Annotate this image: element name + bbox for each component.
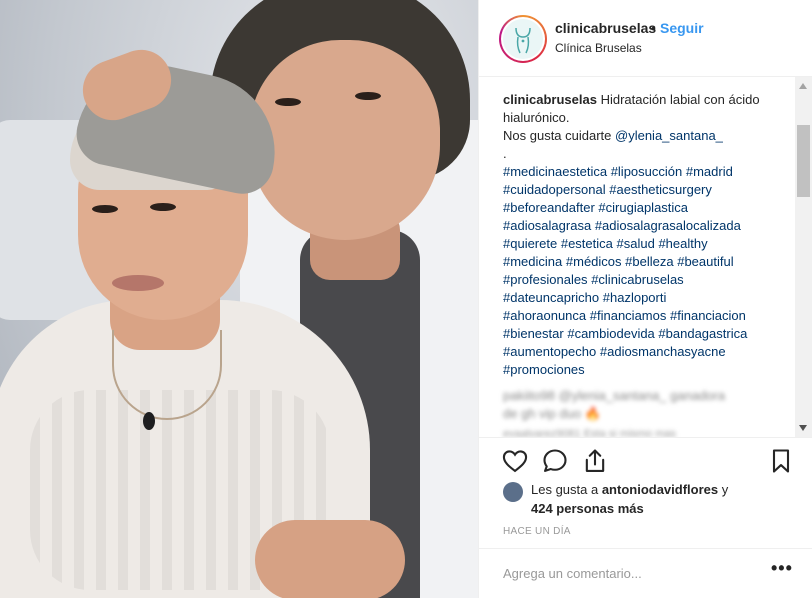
location-link[interactable]: Clínica Bruselas bbox=[555, 41, 642, 55]
blurred-comment: pakiito98 @ylenia_santana_ ganadora de g… bbox=[503, 388, 726, 421]
hashtag-link[interactable]: #aestheticsurgery bbox=[609, 182, 712, 197]
hashtag-link[interactable]: #ahoraonunca bbox=[503, 308, 586, 323]
hashtag-link[interactable]: #beautiful bbox=[677, 254, 733, 269]
likes-prefix: Les gusta a bbox=[531, 482, 602, 497]
hashtag-link[interactable]: #liposucción bbox=[611, 164, 683, 179]
caption-username[interactable]: clinicabruselas bbox=[503, 92, 597, 107]
hashtag-link[interactable]: #aumentopecho bbox=[503, 344, 596, 359]
hashtag-link[interactable]: #clinicabruselas bbox=[591, 272, 684, 287]
comment-icon[interactable] bbox=[541, 447, 569, 475]
photo-eye bbox=[150, 203, 176, 211]
hashtag-link[interactable]: #healthy bbox=[658, 236, 707, 251]
post-timestamp[interactable]: HACE UN DÍA bbox=[503, 526, 571, 537]
hashtag-list: #medicinaestetica #liposucción #madrid #c… bbox=[503, 164, 747, 377]
hashtag-link[interactable]: #bienestar bbox=[503, 326, 564, 341]
hashtag-link[interactable]: #cirugiaplastica bbox=[598, 200, 688, 215]
scroll-up-arrow-icon[interactable] bbox=[799, 83, 807, 89]
photo-eye bbox=[275, 98, 301, 106]
photo-eye bbox=[355, 92, 381, 100]
action-bar bbox=[479, 437, 812, 485]
post-header: clinicabruselas • Seguir Clínica Brusela… bbox=[479, 0, 812, 77]
blurred-comment: evaalvarez9081 Esta si mismo mas bbox=[503, 428, 677, 437]
hashtag-link[interactable]: #médicos bbox=[566, 254, 622, 269]
liker-username[interactable]: antoniodavidflores bbox=[602, 482, 718, 497]
comment-input[interactable] bbox=[503, 563, 743, 583]
hashtag-link[interactable]: #madrid bbox=[686, 164, 733, 179]
likes-count[interactable]: 424 personas más bbox=[531, 501, 644, 516]
photo-lips bbox=[112, 275, 164, 291]
photo-hand bbox=[255, 520, 405, 598]
photo-doctor-face bbox=[250, 40, 440, 240]
hashtag-link[interactable]: #financiacion bbox=[670, 308, 746, 323]
post-photo[interactable] bbox=[0, 0, 478, 598]
hashtag-link[interactable]: #cambiodevida bbox=[567, 326, 654, 341]
hashtag-link[interactable]: #medicinaestetica bbox=[503, 164, 607, 179]
likes-middle: y bbox=[718, 482, 729, 497]
hashtag-link[interactable]: #promociones bbox=[503, 362, 585, 377]
follow-button[interactable]: Seguir bbox=[660, 20, 704, 36]
caption-line2: Nos gusta cuidarte bbox=[503, 128, 616, 143]
hashtag-link[interactable]: #quierete bbox=[503, 236, 557, 251]
liker-avatar[interactable] bbox=[503, 482, 523, 502]
hashtag-link[interactable]: #estetica bbox=[561, 236, 613, 251]
hashtag-link[interactable]: #adiosalagrasalocalizada bbox=[595, 218, 741, 233]
caption-mention[interactable]: @ylenia_santana_ bbox=[615, 128, 723, 143]
header-dot-separator: • bbox=[651, 20, 656, 36]
hashtag-link[interactable]: #financiamos bbox=[590, 308, 667, 323]
hashtag-link[interactable]: #adiosalagrasa bbox=[503, 218, 591, 233]
scroll-thumb[interactable] bbox=[797, 125, 810, 197]
avatar[interactable] bbox=[499, 15, 547, 63]
scrollbar[interactable] bbox=[795, 77, 812, 437]
hashtag-link[interactable]: #medicina bbox=[503, 254, 562, 269]
hashtag-link[interactable]: #cuidadopersonal bbox=[503, 182, 606, 197]
scroll-down-arrow-icon[interactable] bbox=[799, 425, 807, 431]
hashtag-link[interactable]: #belleza bbox=[625, 254, 673, 269]
photo-pendant bbox=[143, 412, 155, 430]
hashtag-link[interactable]: #profesionales bbox=[503, 272, 588, 287]
share-icon[interactable] bbox=[581, 447, 609, 475]
comments-scroll-area[interactable]: clinicabruselas Hidratación labial con á… bbox=[479, 77, 812, 437]
heart-icon[interactable] bbox=[501, 447, 529, 475]
hashtag-link[interactable]: #salud bbox=[617, 236, 655, 251]
header-username[interactable]: clinicabruselas bbox=[555, 20, 656, 36]
instagram-post: clinicabruselas • Seguir Clínica Brusela… bbox=[0, 0, 812, 598]
caption-separator: . bbox=[503, 146, 507, 161]
hashtag-link[interactable]: #bandagastrica bbox=[658, 326, 747, 341]
hashtag-link[interactable]: #hazloporti bbox=[603, 290, 667, 305]
clinic-logo-icon bbox=[503, 19, 543, 59]
more-options-icon[interactable]: ••• bbox=[771, 559, 795, 581]
bookmark-icon[interactable] bbox=[767, 447, 795, 475]
hashtag-link[interactable]: #dateuncapricho bbox=[503, 290, 599, 305]
comment-bar: ••• bbox=[479, 548, 812, 598]
post-caption: clinicabruselas Hidratación labial con á… bbox=[503, 91, 785, 379]
photo-eye bbox=[92, 205, 118, 213]
post-side-panel: clinicabruselas • Seguir Clínica Brusela… bbox=[478, 0, 812, 598]
hashtag-link[interactable]: #adiosmanchasyacne bbox=[600, 344, 726, 359]
hashtag-link[interactable]: #beforeandafter bbox=[503, 200, 595, 215]
